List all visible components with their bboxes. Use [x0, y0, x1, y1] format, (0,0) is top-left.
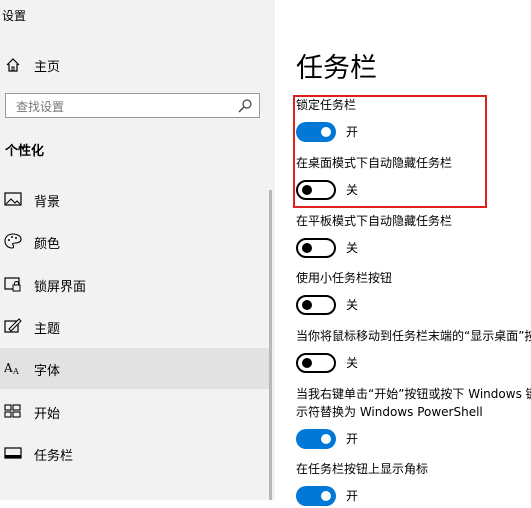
window-title: 设置 — [2, 9, 27, 23]
peek-desktop-toggle[interactable] — [296, 353, 336, 373]
sidebar-item-taskbar[interactable]: 任务栏 — [0, 433, 271, 474]
sidebar-item-label: 任务栏 — [34, 449, 74, 464]
page-title: 任务栏 — [296, 53, 377, 84]
search-placeholder: 查找设置 — [16, 100, 65, 114]
sidebar-item-fonts[interactable]: A A 字体 — [0, 348, 271, 389]
autohide-tablet-toggle[interactable] — [296, 238, 336, 258]
sidebar-item-label: 锁屏界面 — [34, 280, 87, 295]
toggle-state-label: 开 — [346, 432, 359, 446]
powershell-replace-toggle[interactable] — [296, 429, 336, 449]
svg-text:A: A — [4, 361, 13, 375]
setting-show-badges: 在任务栏按钮上显示角标 开 — [296, 460, 531, 508]
sidebar-item-label: 开始 — [34, 407, 61, 422]
sidebar-item-start[interactable]: 开始 — [0, 391, 271, 432]
picture-icon — [4, 192, 22, 206]
show-badges-toggle[interactable] — [296, 486, 336, 506]
sidebar-item-label: 字体 — [34, 364, 61, 379]
sidebar-item-colors[interactable]: 颜色 — [0, 221, 271, 262]
taskbar-icon — [4, 447, 22, 459]
search-settings-input[interactable]: 查找设置 — [5, 93, 260, 118]
setting-label: 当我右键单击“开始”按钮或按下 Windows 键 — [296, 387, 531, 401]
toggle-state-label: 关 — [346, 356, 359, 370]
toggle-state-label: 开 — [346, 489, 359, 503]
small-buttons-toggle[interactable] — [296, 295, 336, 315]
sidebar-item-lock-screen[interactable]: 锁屏界面 — [0, 264, 271, 305]
sidebar-item-background[interactable]: 背景 — [0, 179, 271, 220]
sidebar-item-label: 主题 — [34, 322, 61, 337]
home-icon — [6, 58, 20, 72]
sidebar-item-label: 背景 — [34, 195, 61, 210]
section-title-personalization: 个性化 — [5, 144, 45, 159]
palette-icon — [4, 233, 22, 249]
home-nav-item[interactable]: 主页 — [0, 52, 275, 78]
home-label: 主页 — [34, 60, 61, 75]
setting-small-buttons: 使用小任务栏按钮 关 — [296, 269, 531, 317]
setting-label-line2: 示符替换为 Windows PowerShell — [296, 405, 483, 419]
setting-label: 在平板模式下自动隐藏任务栏 — [296, 214, 453, 228]
search-icon[interactable] — [237, 98, 253, 114]
setting-powershell-replace: 当我右键单击“开始”按钮或按下 Windows 键 示符替换为 Windows … — [296, 385, 531, 451]
sidebar-scrollbar[interactable] — [269, 190, 272, 500]
theme-brush-icon — [4, 318, 22, 333]
start-grid-icon — [4, 404, 21, 418]
toggle-state-label: 关 — [346, 298, 359, 312]
setting-autohide-tablet: 在平板模式下自动隐藏任务栏 关 — [296, 212, 531, 260]
setting-label: 当你将鼠标移动到任务栏末端的“显示桌面”按 — [296, 329, 531, 343]
sidebar-item-label: 颜色 — [34, 237, 61, 252]
setting-label: 使用小任务栏按钮 — [296, 271, 393, 285]
sidebar: 设置 主页 查找设置 个性化 背景 颜色 锁屏界面 主题 A A 字体 开始 任… — [0, 0, 275, 500]
lock-screen-icon — [4, 277, 21, 292]
svg-text:A: A — [12, 367, 19, 376]
setting-label: 在任务栏按钮上显示角标 — [296, 462, 429, 476]
setting-peek-desktop: 当你将鼠标移动到任务栏末端的“显示桌面”按 关 — [296, 327, 531, 375]
annotation-highlight-box — [293, 95, 487, 208]
toggle-state-label: 关 — [346, 241, 359, 255]
main-content: 任务栏 锁定任务栏 开 在桌面模式下自动隐藏任务栏 关 在平板模式下自动隐藏任务… — [275, 0, 531, 506]
font-icon: A A — [4, 361, 19, 376]
sidebar-item-themes[interactable]: 主题 — [0, 306, 271, 347]
